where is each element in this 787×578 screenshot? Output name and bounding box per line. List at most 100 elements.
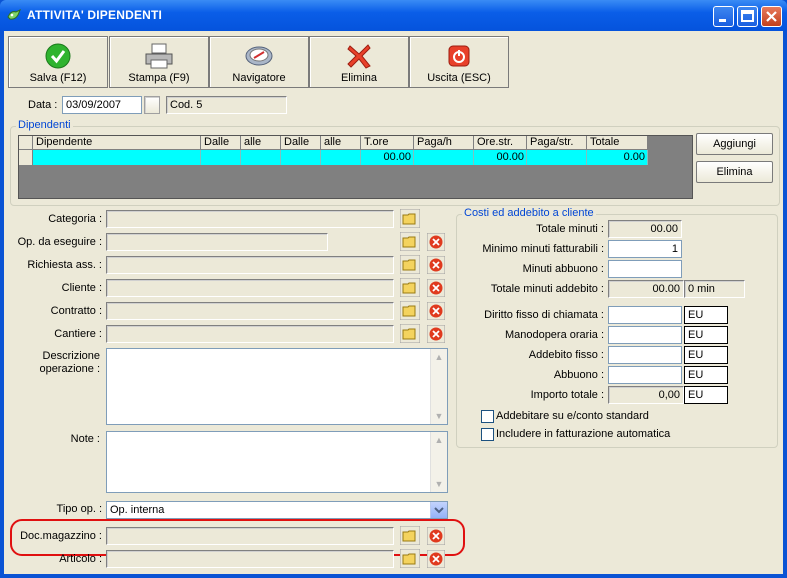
chevron-down-icon[interactable]: [430, 502, 447, 518]
close-icon: [766, 11, 777, 22]
cell-paga-str[interactable]: [527, 150, 587, 165]
col-dipendente[interactable]: Dipendente: [33, 136, 201, 150]
code-field: Cod. 5: [166, 96, 287, 114]
col-tore[interactable]: T.ore: [361, 136, 414, 150]
totale-addebito-unit: 0 min: [684, 280, 745, 298]
doc-magazzino-label: Doc.magazzino :: [20, 530, 102, 542]
articolo-label: Articolo :: [59, 553, 102, 565]
delete-button[interactable]: Elimina: [309, 36, 409, 88]
date-label: Data :: [28, 99, 58, 111]
descrizione-scrollbar[interactable]: ▲ ▼: [430, 349, 447, 424]
contratto-field[interactable]: [106, 302, 394, 320]
folder-icon[interactable]: [400, 255, 420, 274]
folder-icon[interactable]: [400, 232, 420, 251]
maximize-button[interactable]: [737, 6, 758, 27]
cell-alle[interactable]: [241, 150, 281, 165]
abbuono-field[interactable]: [608, 366, 682, 384]
abbuono-label: Abbuono :: [553, 369, 604, 381]
addebito-fisso-field[interactable]: [608, 346, 682, 364]
op-eseguire-field[interactable]: [106, 233, 328, 251]
col-ore-str[interactable]: Ore.str.: [474, 136, 527, 150]
note-textarea[interactable]: ▲ ▼: [106, 431, 448, 493]
folder-icon[interactable]: [400, 526, 420, 545]
cliente-field[interactable]: [106, 279, 394, 297]
importo-field: 0,00: [608, 386, 684, 404]
manodopera-field[interactable]: [608, 326, 682, 344]
cell-alle-2[interactable]: [321, 150, 361, 165]
cell-dalle-2[interactable]: [281, 150, 321, 165]
cell-tore[interactable]: 00.00: [361, 150, 414, 165]
dropdown-arrow: [434, 507, 444, 514]
client-area: Salva (F12) Stampa (F9) Navigatore Elimi…: [4, 31, 783, 574]
cantiere-field[interactable]: [106, 325, 394, 343]
cell-dipendente[interactable]: [33, 150, 201, 165]
col-alle[interactable]: alle: [241, 136, 281, 150]
close-button[interactable]: [761, 6, 782, 27]
col-dalle[interactable]: Dalle: [201, 136, 241, 150]
manodopera-label: Manodopera oraria :: [504, 329, 604, 341]
cell-dalle[interactable]: [201, 150, 241, 165]
importo-currency: EU: [684, 386, 728, 404]
minimo-field[interactable]: 1: [608, 240, 682, 258]
dipendenti-grid[interactable]: Dipendente Dalle alle Dalle alle T.ore P…: [18, 135, 693, 199]
diritto-label: Diritto fisso di chiamata :: [484, 309, 604, 321]
tipo-op-value: Op. interna: [110, 504, 165, 516]
row-indicator[interactable]: [19, 150, 33, 165]
date-field[interactable]: 03/09/2007: [62, 96, 142, 114]
minimize-button[interactable]: [713, 6, 734, 27]
save-button[interactable]: Salva (F12): [8, 36, 108, 88]
add-employee-button[interactable]: Aggiungi: [696, 133, 773, 155]
cell-ore-str[interactable]: 00.00: [474, 150, 527, 165]
delete-label: Elimina: [340, 72, 378, 84]
col-paga-str[interactable]: Paga/str.: [527, 136, 587, 150]
folder-icon[interactable]: [400, 278, 420, 297]
col-paga-h[interactable]: Paga/h: [414, 136, 474, 150]
abbuono-currency: EU: [684, 366, 728, 384]
doc-magazzino-field[interactable]: [106, 527, 394, 545]
folder-icon[interactable]: [400, 549, 420, 568]
clear-icon[interactable]: [427, 279, 445, 297]
minimize-icon: [719, 19, 726, 22]
col-dalle-2[interactable]: Dalle: [281, 136, 321, 150]
costi-title: Costi ed addebito a cliente: [462, 207, 596, 219]
includere-checkbox[interactable]: [481, 428, 494, 441]
col-totale[interactable]: Totale: [587, 136, 648, 150]
title-bar[interactable]: ATTIVITA' DIPENDENTI: [0, 0, 787, 31]
clear-icon[interactable]: [427, 550, 445, 568]
clear-icon[interactable]: [427, 256, 445, 274]
scroll-up-icon[interactable]: ▲: [431, 349, 447, 365]
scroll-down-icon[interactable]: ▼: [431, 408, 447, 424]
richiesta-field[interactable]: [106, 256, 394, 274]
folder-icon[interactable]: [400, 324, 420, 343]
articolo-field[interactable]: [106, 550, 394, 568]
exit-button[interactable]: Uscita (ESC): [409, 36, 509, 88]
scroll-down-icon[interactable]: ▼: [431, 476, 447, 492]
folder-icon[interactable]: [400, 301, 420, 320]
save-label: Salva (F12): [29, 72, 87, 84]
folder-icon[interactable]: [400, 209, 420, 228]
clear-icon[interactable]: [427, 325, 445, 343]
descrizione-textarea[interactable]: ▲ ▼: [106, 348, 448, 425]
navigator-button[interactable]: Navigatore: [209, 36, 309, 88]
clear-icon[interactable]: [427, 302, 445, 320]
print-button[interactable]: Stampa (F9): [109, 36, 209, 88]
cantiere-label: Cantiere :: [54, 328, 102, 340]
addebitare-checkbox[interactable]: [481, 410, 494, 423]
clear-icon[interactable]: [427, 527, 445, 545]
clear-icon[interactable]: [427, 233, 445, 251]
diritto-field[interactable]: [608, 306, 682, 324]
scroll-up-icon[interactable]: ▲: [431, 432, 447, 448]
note-scrollbar[interactable]: ▲ ▼: [430, 432, 447, 492]
abbuono-min-field[interactable]: [608, 260, 682, 278]
tipo-op-select[interactable]: Op. interna: [106, 501, 448, 519]
app-icon: [7, 8, 21, 20]
importo-label: Importo totale :: [530, 389, 604, 401]
remove-employee-button[interactable]: Elimina: [696, 161, 773, 183]
cell-totale[interactable]: 0.00: [587, 150, 648, 165]
cell-paga-h[interactable]: [414, 150, 474, 165]
categoria-field[interactable]: [106, 210, 394, 228]
col-alle-2[interactable]: alle: [321, 136, 361, 150]
date-picker-button[interactable]: [144, 96, 160, 114]
totale-minuti-field: 00.00: [608, 220, 682, 238]
maximize-icon: [741, 10, 754, 22]
